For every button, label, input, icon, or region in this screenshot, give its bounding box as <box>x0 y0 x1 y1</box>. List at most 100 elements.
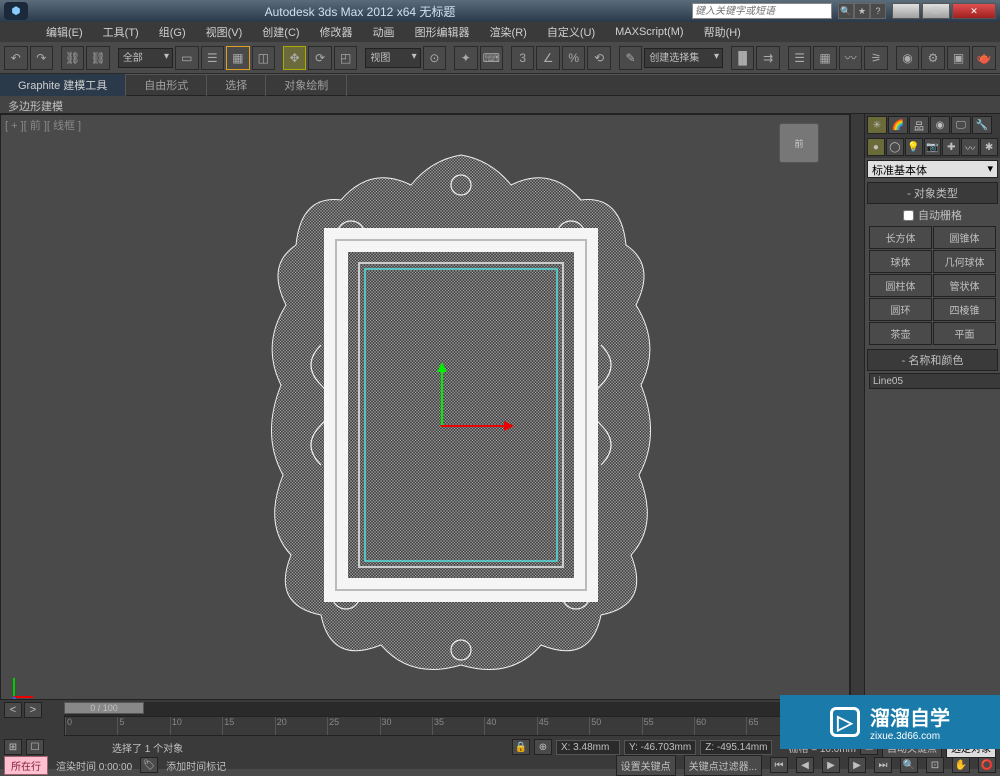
geometry-subtab[interactable]: ● <box>867 138 885 156</box>
window-crossing-button[interactable]: ◫ <box>252 46 276 70</box>
nav-zoom-all-button[interactable]: ⊡ <box>926 757 944 773</box>
time-slider-track[interactable]: 0 / 100 <box>64 702 800 716</box>
next-frame-button[interactable]: ▶ <box>848 757 866 773</box>
prev-frame-button[interactable]: ◀ <box>796 757 814 773</box>
gizmo-x-axis-icon[interactable] <box>441 425 511 427</box>
gizmo-y-axis-icon[interactable] <box>441 365 443 425</box>
ref-coord-dropdown[interactable]: 视图 <box>365 48 420 68</box>
search-icon[interactable]: 🔍 <box>838 3 854 19</box>
time-tag-icon[interactable]: 🏷 <box>140 757 158 773</box>
viewport-scrollbar[interactable] <box>850 114 864 719</box>
teapot-button[interactable]: 茶壶 <box>869 322 932 345</box>
y-coord-input[interactable]: Y: -46.703mm <box>624 740 696 755</box>
cylinder-button[interactable]: 圆柱体 <box>869 274 932 297</box>
x-coord-input[interactable]: X: 3.48mm <box>556 740 620 755</box>
add-time-tag-label[interactable]: 添加时间标记 <box>166 758 226 773</box>
app-icon[interactable]: ⬢ <box>4 2 28 20</box>
viewcube[interactable]: 前 <box>779 123 819 163</box>
nav-pan-button[interactable]: ✋ <box>952 757 970 773</box>
cameras-subtab[interactable]: 📷 <box>924 138 942 156</box>
spinner-snap-button[interactable]: ⟲ <box>587 46 611 70</box>
rendered-frame-button[interactable]: ▣ <box>947 46 971 70</box>
create-tab[interactable]: ✳ <box>867 116 887 134</box>
pyramid-button[interactable]: 四棱锥 <box>933 298 996 321</box>
use-pivot-center-button[interactable]: ⊙ <box>423 46 447 70</box>
manipulate-button[interactable]: ✦ <box>454 46 478 70</box>
edit-named-sel-button[interactable]: ✎ <box>619 46 643 70</box>
lock-icon[interactable]: 🔒 <box>512 739 530 755</box>
snap-toggle-button[interactable]: 3 <box>511 46 535 70</box>
utilities-tab[interactable]: 🔧 <box>972 116 992 134</box>
z-coord-input[interactable]: Z: -495.14mm <box>700 740 772 755</box>
minimize-button[interactable]: — <box>892 3 920 19</box>
menu-tools[interactable]: 工具(T) <box>93 22 149 42</box>
timeline-config-button-2[interactable]: > <box>24 702 42 718</box>
mirror-button[interactable]: ▐▌ <box>731 46 755 70</box>
set-key-button[interactable]: 设置关键点 <box>616 755 676 776</box>
shapes-subtab[interactable]: ◯ <box>886 138 904 156</box>
name-color-header[interactable]: - 名称和颜色 <box>867 349 998 371</box>
ribbon-tab-graphite[interactable]: Graphite 建模工具 <box>0 74 126 96</box>
graphite-toolbar-button[interactable]: ▦ <box>813 46 837 70</box>
render-setup-button[interactable]: ⚙ <box>921 46 945 70</box>
schematic-view-button[interactable]: ⚞ <box>864 46 888 70</box>
geosphere-button[interactable]: 几何球体 <box>933 250 996 273</box>
key-filters-button[interactable]: 关键点过滤器... <box>684 755 762 776</box>
lights-subtab[interactable]: 💡 <box>905 138 923 156</box>
angle-snap-button[interactable]: ∠ <box>536 46 560 70</box>
lock-selection-button[interactable]: ⊞ <box>4 739 22 755</box>
helpers-subtab[interactable]: ✚ <box>942 138 960 156</box>
object-type-header[interactable]: - 对象类型 <box>867 182 998 204</box>
nav-orbit-button[interactable]: ⭕ <box>978 757 996 773</box>
prompt-line-button[interactable]: 所在行 <box>4 756 48 775</box>
torus-button[interactable]: 圆环 <box>869 298 932 321</box>
help-search-input[interactable] <box>692 3 832 19</box>
menu-create[interactable]: 创建(C) <box>252 22 309 42</box>
curve-editor-button[interactable]: 〰 <box>839 46 863 70</box>
hierarchy-tab[interactable]: 品 <box>909 116 929 134</box>
ribbon-panel-poly[interactable]: 多边形建模 <box>0 96 1000 114</box>
viewport-label[interactable]: [ + ][ 前 ][ 线框 ] <box>5 117 81 133</box>
menu-help[interactable]: 帮助(H) <box>694 22 751 42</box>
spacewarp-subtab[interactable]: 〰 <box>961 138 979 156</box>
help-icon[interactable]: ? <box>870 3 886 19</box>
display-tab[interactable]: 🖵 <box>951 116 971 134</box>
keyboard-shortcut-button[interactable]: ⌨ <box>480 46 504 70</box>
goto-start-button[interactable]: ⏮ <box>770 757 788 773</box>
menu-customize[interactable]: 自定义(U) <box>537 22 605 42</box>
redo-button[interactable]: ↷ <box>30 46 54 70</box>
cone-button[interactable]: 圆锥体 <box>933 226 996 249</box>
rectangular-region-button[interactable]: ▦ <box>226 46 250 70</box>
menu-graph-editors[interactable]: 图形编辑器 <box>405 22 480 42</box>
box-button[interactable]: 长方体 <box>869 226 932 249</box>
layer-manager-button[interactable]: ☰ <box>788 46 812 70</box>
play-button[interactable]: ▶ <box>822 757 840 773</box>
select-move-button[interactable]: ✥ <box>283 46 307 70</box>
select-by-name-button[interactable]: ☰ <box>201 46 225 70</box>
menu-maxscript[interactable]: MAXScript(M) <box>605 24 693 40</box>
select-rotate-button[interactable]: ⟳ <box>308 46 332 70</box>
ribbon-tab-selection[interactable]: 选择 <box>207 74 266 96</box>
viewport-front[interactable]: [ + ][ 前 ][ 线框 ] 前 <box>0 114 850 719</box>
time-slider-handle[interactable]: 0 / 100 <box>64 702 144 714</box>
menu-animation[interactable]: 动画 <box>363 22 405 42</box>
menu-views[interactable]: 视图(V) <box>196 22 253 42</box>
timeline-config-button[interactable]: < <box>4 702 22 718</box>
named-selections-dropdown[interactable]: 创建选择集 <box>644 48 723 68</box>
select-object-button[interactable]: ▭ <box>175 46 199 70</box>
systems-subtab[interactable]: ✱ <box>980 138 998 156</box>
autogrid-checkbox[interactable] <box>903 210 914 221</box>
ribbon-tab-freeform[interactable]: 自由形式 <box>126 74 207 96</box>
timeline-ruler[interactable]: 0 5 10 15 20 25 30 35 40 45 50 55 60 65 <box>64 716 800 736</box>
goto-end-button[interactable]: ⏭ <box>874 757 892 773</box>
modify-tab[interactable]: 🌈 <box>888 116 908 134</box>
selection-filter-dropdown[interactable]: 全部 <box>118 48 173 68</box>
close-button[interactable]: ✕ <box>952 3 996 19</box>
percent-snap-button[interactable]: % <box>562 46 586 70</box>
menu-group[interactable]: 组(G) <box>149 22 196 42</box>
tube-button[interactable]: 管状体 <box>933 274 996 297</box>
undo-button[interactable]: ↶ <box>4 46 28 70</box>
maximize-button[interactable]: ☐ <box>922 3 950 19</box>
abs-transform-button[interactable]: ⊕ <box>534 739 552 755</box>
isolate-button[interactable]: ☐ <box>26 739 44 755</box>
